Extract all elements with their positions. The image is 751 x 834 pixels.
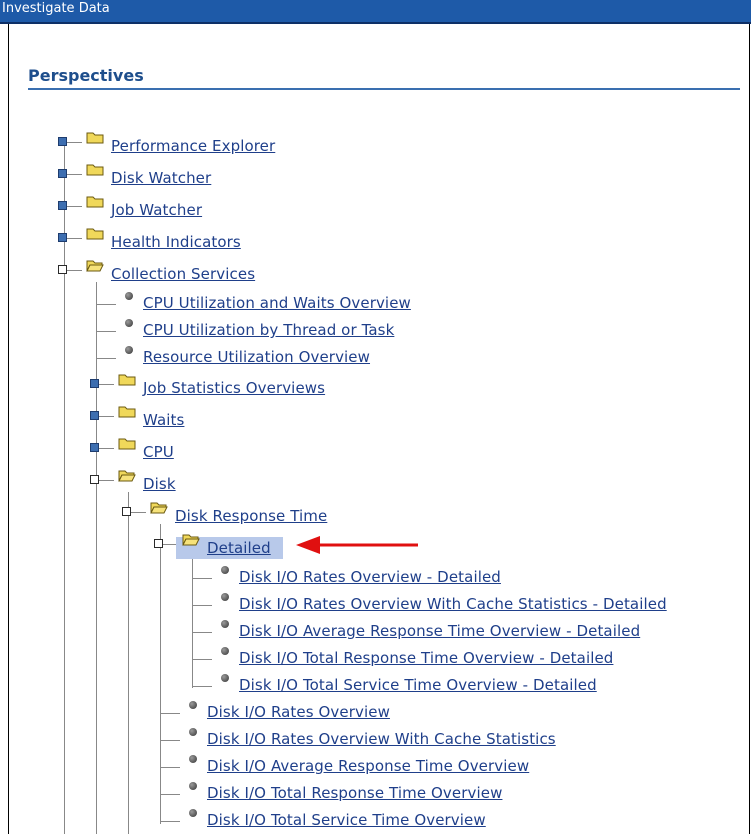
report-bullet-icon: [221, 620, 229, 628]
expand-toggle[interactable]: [90, 379, 99, 388]
expand-toggle[interactable]: [90, 443, 99, 452]
folder-icon: [86, 164, 104, 176]
tree-line: [160, 821, 180, 822]
tree-link-io-total-response-detailed[interactable]: Disk I/O Total Response Time Overview - …: [239, 649, 613, 667]
window-title-bar: Investigate Data: [0, 0, 751, 24]
window-title: Investigate Data: [2, 1, 110, 16]
report-bullet-icon: [221, 593, 229, 601]
tree-line: [192, 605, 212, 606]
tree-line: [96, 331, 116, 332]
tree-line: [192, 556, 193, 688]
expand-toggle[interactable]: [58, 169, 67, 178]
tree-link-io-avg-response[interactable]: Disk I/O Average Response Time Overview: [207, 757, 529, 775]
tree-link-io-total-service-detailed[interactable]: Disk I/O Total Service Time Overview - D…: [239, 676, 597, 694]
tree-link-io-rates-cache-detailed[interactable]: Disk I/O Rates Overview With Cache Stati…: [239, 595, 667, 613]
folder-icon: [86, 196, 104, 208]
report-bullet-icon: [189, 809, 197, 817]
perspectives-heading: Perspectives: [28, 66, 144, 85]
report-bullet-icon: [221, 566, 229, 574]
tree-link-collection-services[interactable]: Collection Services: [111, 265, 255, 283]
expand-toggle[interactable]: [58, 233, 67, 242]
report-bullet-icon: [125, 292, 133, 300]
expand-toggle[interactable]: [58, 137, 67, 146]
folder-icon: [86, 132, 104, 144]
folder-open-icon: [150, 502, 168, 514]
tree-link-io-total-response[interactable]: Disk I/O Total Response Time Overview: [207, 784, 502, 802]
folder-icon: [86, 228, 104, 240]
report-bullet-icon: [125, 319, 133, 327]
tree-line: [160, 794, 180, 795]
tree-line: [192, 659, 212, 660]
tree-link-detailed[interactable]: Detailed: [207, 539, 271, 557]
folder-icon: [118, 438, 136, 450]
tree-link-performance-explorer[interactable]: Performance Explorer: [111, 137, 275, 155]
report-bullet-icon: [189, 782, 197, 790]
tree-line: [160, 524, 161, 824]
tree-line: [160, 740, 180, 741]
tree-link-waits[interactable]: Waits: [143, 411, 184, 429]
tree-line: [192, 632, 212, 633]
tree-line: [64, 140, 65, 834]
tree-link-disk-watcher[interactable]: Disk Watcher: [111, 169, 211, 187]
expand-toggle[interactable]: [58, 201, 67, 210]
annotation-arrow-icon: [296, 536, 418, 554]
expand-toggle[interactable]: [90, 411, 99, 420]
tree-link-job-statistics[interactable]: Job Statistics Overviews: [143, 379, 325, 397]
tree-link-health-indicators[interactable]: Health Indicators: [111, 233, 241, 251]
tree-link-io-rates[interactable]: Disk I/O Rates Overview: [207, 703, 390, 721]
collapse-toggle[interactable]: [122, 507, 131, 516]
tree-link-cpu[interactable]: CPU: [143, 443, 174, 461]
tree-link-resource-utilization[interactable]: Resource Utilization Overview: [143, 348, 370, 366]
report-bullet-icon: [221, 674, 229, 682]
report-bullet-icon: [221, 647, 229, 655]
folder-icon: [118, 374, 136, 386]
collapse-toggle[interactable]: [58, 265, 67, 274]
tree-link-io-avg-response-detailed[interactable]: Disk I/O Average Response Time Overview …: [239, 622, 640, 640]
tree-line: [160, 767, 180, 768]
folder-icon: [118, 406, 136, 418]
heading-divider: [28, 88, 740, 90]
tree-link-io-rates-cache[interactable]: Disk I/O Rates Overview With Cache Stati…: [207, 730, 556, 748]
collapse-toggle[interactable]: [90, 475, 99, 484]
report-bullet-icon: [189, 701, 197, 709]
tree-line: [192, 686, 212, 687]
tree-link-job-watcher[interactable]: Job Watcher: [111, 201, 202, 219]
tree-line: [96, 282, 97, 834]
folder-open-icon: [182, 534, 200, 546]
collapse-toggle[interactable]: [154, 539, 163, 548]
tree-line: [96, 304, 116, 305]
tree-line: [160, 713, 180, 714]
report-bullet-icon: [125, 346, 133, 354]
folder-open-icon: [118, 470, 136, 482]
tree-link-cpu-utilization-waits[interactable]: CPU Utilization and Waits Overview: [143, 294, 411, 312]
tree-link-io-total-service[interactable]: Disk I/O Total Service Time Overview: [207, 811, 486, 829]
tree-link-cpu-utilization-thread[interactable]: CPU Utilization by Thread or Task: [143, 321, 394, 339]
tree-line: [128, 492, 129, 834]
report-bullet-icon: [189, 728, 197, 736]
tree-link-disk[interactable]: Disk: [143, 475, 176, 493]
tree-link-io-rates-detailed[interactable]: Disk I/O Rates Overview - Detailed: [239, 568, 501, 586]
folder-open-icon: [86, 260, 104, 272]
report-bullet-icon: [189, 755, 197, 763]
tree-link-disk-response-time[interactable]: Disk Response Time: [175, 507, 327, 525]
tree-line: [96, 358, 116, 359]
tree-line: [192, 578, 212, 579]
